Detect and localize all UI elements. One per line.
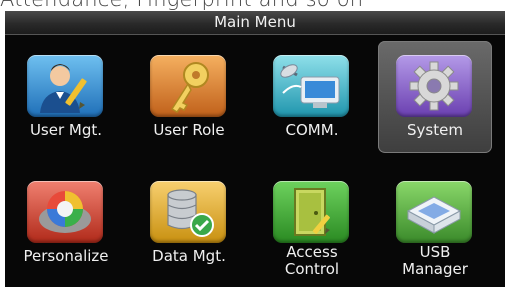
database-check-icon [150,181,226,243]
menu-item-label: USB Manager [378,244,492,278]
menu-item-usb-manager[interactable]: USB Manager [378,167,492,279]
menu-item-label: COMM. [285,121,339,139]
menu-item-label: Access Control [255,244,369,278]
network-computer-icon [273,55,349,117]
color-wheel-icon [27,181,103,243]
usb-drive-icon [396,181,472,243]
user-edit-icon [27,55,103,117]
menu-item-user-role[interactable]: User Role [132,41,246,153]
menu-item-label-line1: Access [286,243,338,261]
menu-item-system[interactable]: System [378,41,492,153]
menu-item-data-mgt[interactable]: Data Mgt. [132,167,246,279]
menu-item-label-line2: Control [284,260,340,278]
menu-item-label-line1: USB [419,243,451,261]
door-icon [273,181,349,243]
menu-item-label: Personalize [23,247,109,265]
menu-item-user-mgt[interactable]: User Mgt. [9,41,123,153]
menu-item-comm[interactable]: COMM. [255,41,369,153]
device-screen: Main Menu User Mgt. User Role COMM. Syst… [5,11,505,287]
menu-title: Main Menu [5,11,505,35]
key-icon [150,55,226,117]
menu-item-access-control[interactable]: Access Control [255,167,369,279]
caption-text: Attendance, Fingerprint and so on [0,0,507,11]
menu-item-label-line2: Manager [402,260,468,278]
menu-item-label: User Mgt. [29,121,103,139]
menu-item-personalize[interactable]: Personalize [9,167,123,279]
menu-item-label: Data Mgt. [152,247,226,265]
gear-icon [396,55,472,117]
menu-item-label: System [407,121,463,139]
menu-item-label: User Role [153,121,225,139]
